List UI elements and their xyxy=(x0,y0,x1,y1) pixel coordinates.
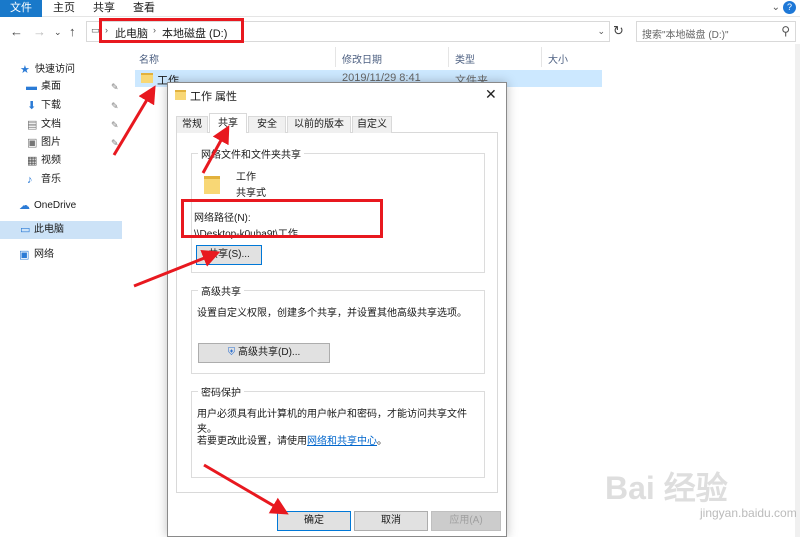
arrow-to-ok-button xyxy=(203,463,289,515)
arrow-to-share-button xyxy=(133,249,221,288)
watermark-url: jingyan.baidu.com xyxy=(700,506,797,520)
arrow-to-folder xyxy=(112,85,156,156)
arrow-to-sharing-tab xyxy=(201,125,230,174)
tutorial-arrows xyxy=(112,85,289,515)
watermark-logo: Bai 经验 xyxy=(605,470,728,506)
